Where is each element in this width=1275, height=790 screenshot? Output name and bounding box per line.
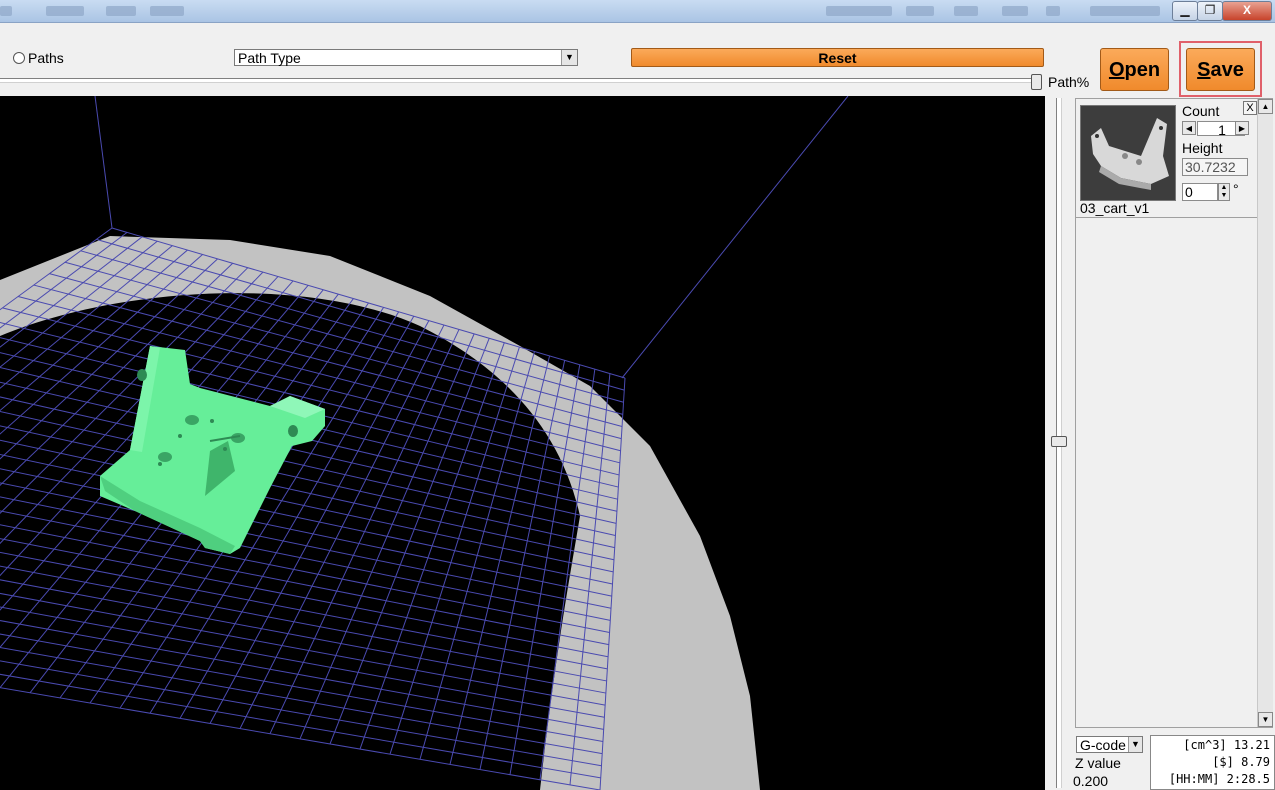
open-label-rest: pen [1124, 59, 1161, 81]
height-field[interactable]: 30.7232 [1182, 158, 1248, 176]
paths-label: Paths [28, 50, 64, 66]
open-hotkey: O [1108, 59, 1125, 81]
layer-slider-thumb[interactable] [1051, 436, 1067, 447]
divider [1076, 217, 1257, 218]
save-hotkey: S [1197, 59, 1211, 81]
toolbar: Paths Path Type ▼ Reset Path% Open Save [0, 23, 1275, 97]
close-icon: X [1242, 3, 1251, 17]
close-icon: X [1246, 102, 1254, 114]
spinner-icon: ▲ ▼ [1220, 184, 1228, 199]
taskbar-blur [954, 6, 978, 16]
minimize-button[interactable]: ▁ [1172, 1, 1198, 21]
chevron-left-icon: ◀ [1185, 124, 1193, 133]
title-bar: ▁ ❐ X [0, 0, 1275, 23]
menu-blur [106, 6, 136, 16]
scroll-down-button[interactable]: ▼ [1258, 712, 1273, 727]
menu-blur [46, 6, 84, 16]
menu-blur [0, 6, 12, 16]
path-percent-slider-thumb[interactable] [1031, 74, 1042, 90]
model-name: 03_cart_v1 [1080, 200, 1150, 216]
build-volume-edge [94, 96, 113, 229]
taskbar-blur [906, 6, 934, 16]
cost-stat: [$] 8.79 [1212, 755, 1270, 769]
save-label-rest: ave [1210, 59, 1244, 81]
count-increase-button[interactable]: ▶ [1235, 121, 1249, 135]
paths-radio[interactable] [13, 52, 25, 64]
thumbnail-image [1081, 106, 1175, 200]
count-value: 1 [1218, 122, 1226, 138]
restore-icon: ❐ [1204, 3, 1216, 17]
3d-viewport[interactable] [0, 96, 1045, 790]
layer-slider[interactable] [1047, 96, 1071, 790]
z-value-label: Z value [1075, 755, 1121, 771]
count-label: Count [1182, 103, 1220, 119]
scene-canvas [0, 96, 849, 790]
remove-model-button[interactable]: X [1243, 101, 1257, 115]
taskbar-blur [1002, 6, 1028, 16]
minimize-icon: ▁ [1180, 3, 1190, 17]
path-type-value: Path Type [238, 50, 301, 66]
restore-button[interactable]: ❐ [1197, 1, 1223, 21]
degree-symbol: ° [1233, 181, 1239, 197]
time-stat: [HH:MM] 2:28.5 [1168, 772, 1270, 786]
scroll-up-button[interactable]: ▲ [1258, 99, 1273, 114]
rotation-input[interactable]: 0 [1182, 183, 1218, 201]
export-format-value: G-code [1080, 737, 1126, 753]
export-format-select[interactable]: G-code ▼ [1076, 736, 1143, 753]
path-percent-label: Path% [1048, 74, 1090, 90]
height-label: Height [1182, 140, 1223, 156]
taskbar-blur [826, 6, 892, 16]
object-panel: X Count ◀ 1 ▶ Height 30.7232 0 ▲ ▼ ° 03_c… [1075, 98, 1273, 728]
rotation-value: 0 [1185, 184, 1193, 200]
rotation-spinner[interactable]: ▲ ▼ [1218, 183, 1230, 201]
save-button[interactable]: Save [1186, 48, 1255, 91]
volume-stat: [cm^3] 13.21 [1183, 738, 1270, 752]
count-decrease-button[interactable]: ◀ [1182, 121, 1196, 135]
open-button[interactable]: Open [1100, 48, 1169, 91]
close-window-button[interactable]: X [1222, 1, 1272, 21]
taskbar-blur [1046, 6, 1060, 16]
z-value: 0.200 [1073, 773, 1109, 789]
model-thumbnail[interactable] [1080, 105, 1176, 201]
chevron-up-icon: ▲ [1261, 102, 1270, 111]
panel-scrollbar[interactable]: ▲ ▼ [1257, 99, 1273, 727]
path-percent-slider[interactable] [0, 78, 1040, 83]
height-value: 30.7232 [1185, 159, 1236, 175]
taskbar-blur [1090, 6, 1160, 16]
print-stats: [cm^3] 13.21 [$] 8.79 [HH:MM] 2:28.5 [1150, 735, 1275, 790]
chevron-down-icon: ▼ [1261, 715, 1270, 724]
build-volume-edge [621, 96, 849, 379]
chevron-down-icon: ▼ [561, 50, 577, 65]
menu-blur [150, 6, 184, 16]
chevron-down-icon: ▼ [1128, 737, 1142, 752]
reset-button[interactable]: Reset [631, 48, 1044, 67]
chevron-right-icon: ▶ [1238, 124, 1246, 133]
path-type-select[interactable]: Path Type ▼ [234, 49, 578, 66]
